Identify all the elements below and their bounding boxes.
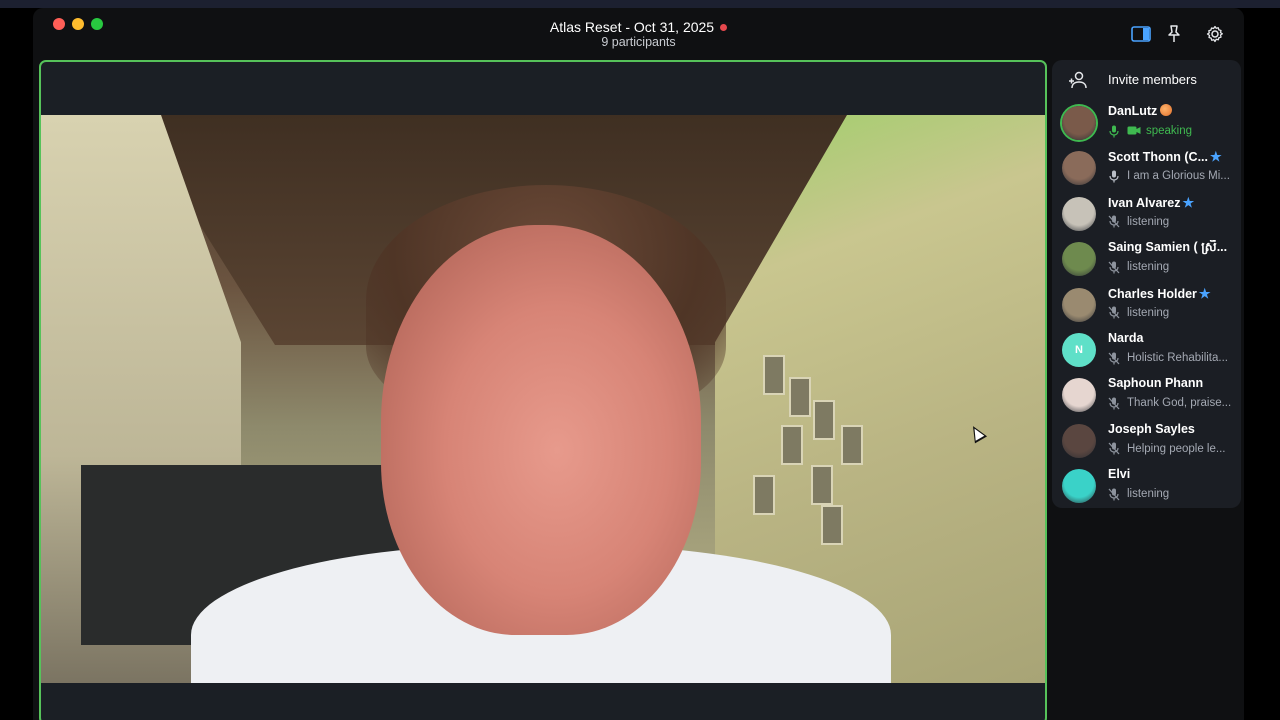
mic-muted-icon xyxy=(1108,306,1120,320)
participant-name: Charles Holder ★ xyxy=(1108,286,1234,302)
participant-name-text: Joseph Sayles xyxy=(1108,421,1195,436)
avatar xyxy=(1062,106,1096,140)
avatar: N xyxy=(1062,333,1096,367)
avatar xyxy=(1062,287,1096,322)
mic-muted-icon xyxy=(1108,260,1120,274)
participant-status-text: listening xyxy=(1127,215,1170,228)
participant-row[interactable]: DanLutz speaking xyxy=(1052,102,1241,147)
avatar xyxy=(1062,196,1096,231)
participant-row[interactable]: Joseph Sayles Helping people le... xyxy=(1052,420,1241,465)
participant-name-text: Elvi xyxy=(1108,467,1131,482)
participant-status-text: listening xyxy=(1127,306,1170,319)
main-video-tile[interactable] xyxy=(39,60,1047,720)
participant-status: listening xyxy=(1108,486,1234,502)
add-user-icon xyxy=(1068,70,1088,90)
avatar xyxy=(1062,378,1096,413)
participant-count: 9 participants xyxy=(601,35,676,49)
system-menu-bar xyxy=(0,0,1280,8)
avatar-initial: N xyxy=(1075,344,1083,356)
participant-status-text: Holistic Rehabilita... xyxy=(1127,352,1228,364)
call-window: Atlas Reset - Oct 31, 2025 9 participant… xyxy=(33,8,1244,720)
participant-status: speaking xyxy=(1108,123,1234,139)
participant-name: Elvi xyxy=(1108,467,1234,481)
participant-status: Helping people le... xyxy=(1108,441,1234,457)
participant-row[interactable]: Saing Samien ( ស្រី... listening xyxy=(1052,238,1241,283)
participant-name-text: DanLutz xyxy=(1108,104,1158,118)
participant-status: listening xyxy=(1108,305,1234,321)
participant-name: DanLutz xyxy=(1108,104,1234,118)
mic-icon xyxy=(1108,169,1120,183)
premium-star-icon: ★ xyxy=(1209,149,1222,165)
participant-status-text: Thank God, praise... xyxy=(1127,397,1232,410)
mic-muted-icon xyxy=(1108,215,1120,229)
participant-name-text: Saing Samien ( ស្រី... xyxy=(1108,240,1228,255)
participant-row[interactable]: Elvi listening xyxy=(1052,465,1241,510)
participant-name-text: Saphoun Phann xyxy=(1108,376,1204,391)
participant-status-text: listening xyxy=(1127,261,1170,274)
participant-status-text: speaking xyxy=(1146,125,1193,137)
participant-name: Joseph Sayles xyxy=(1108,422,1234,436)
participant-name: Saing Samien ( ស្រី... xyxy=(1108,240,1234,258)
participant-name-text: Narda xyxy=(1108,331,1144,345)
mic-muted-icon xyxy=(1108,351,1120,365)
participant-status: Holistic Rehabilita... xyxy=(1108,350,1234,366)
mic-muted-icon xyxy=(1108,487,1120,501)
participants-panel: Invite members DanLutz speaking Scott Thon… xyxy=(1052,60,1241,508)
call-title: Atlas Reset - Oct 31, 2025 xyxy=(33,19,1244,35)
participant-status: Thank God, praise... xyxy=(1108,395,1234,411)
invite-members-label: Invite members xyxy=(1108,72,1197,87)
participant-name: Saphoun Phann xyxy=(1108,376,1234,390)
premium-star-icon: ★ xyxy=(1182,194,1195,210)
speaker-video-feed xyxy=(41,115,1045,683)
avatar xyxy=(1062,469,1096,504)
peach-emoji-icon xyxy=(1160,104,1173,116)
recording-dot-icon xyxy=(720,23,728,31)
participant-status-text: Helping people le... xyxy=(1127,442,1226,455)
participant-row[interactable]: Saphoun Phann Thank God, praise... xyxy=(1052,374,1241,419)
avatar xyxy=(1062,423,1096,458)
title-bar: Atlas Reset - Oct 31, 2025 9 participant… xyxy=(33,8,1244,60)
participant-row[interactable]: N Narda Holistic Rehabilita... xyxy=(1052,329,1241,374)
avatar xyxy=(1062,151,1096,186)
participant-row[interactable]: Ivan Alvarez ★ listening xyxy=(1052,193,1241,238)
participant-name-text: Scott Thonn (C... xyxy=(1108,150,1208,165)
camera-icon xyxy=(1127,125,1141,137)
premium-star-icon: ★ xyxy=(1198,285,1211,301)
call-title-text: Atlas Reset - Oct 31, 2025 xyxy=(549,19,715,35)
participant-name-text: Charles Holder xyxy=(1108,286,1197,301)
avatar xyxy=(1062,242,1096,277)
participant-name: Scott Thonn (C... ★ xyxy=(1108,149,1234,165)
participant-name-text: Ivan Alvarez xyxy=(1108,195,1181,210)
mic-muted-icon xyxy=(1108,442,1120,456)
participant-status: listening xyxy=(1108,214,1234,230)
participant-status-text: I am a Glorious Mi... xyxy=(1127,170,1230,183)
invite-members-button[interactable]: Invite members xyxy=(1052,60,1241,100)
gear-icon[interactable] xyxy=(1204,23,1226,45)
pin-icon[interactable] xyxy=(1163,23,1185,45)
participant-status-text: listening xyxy=(1127,488,1170,501)
sidebar-toggle-icon[interactable] xyxy=(1130,23,1152,45)
participant-status: listening xyxy=(1108,259,1234,275)
participant-row[interactable]: Charles Holder ★ listening xyxy=(1052,284,1241,329)
participant-name: Narda xyxy=(1108,331,1234,345)
participant-status: I am a Glorious Mi... xyxy=(1108,168,1234,184)
mic-icon xyxy=(1108,124,1120,138)
mic-muted-icon xyxy=(1108,396,1120,410)
participant-row[interactable]: Scott Thonn (C... ★ I am a Glorious Mi... xyxy=(1052,147,1241,192)
participant-name: Ivan Alvarez ★ xyxy=(1108,195,1234,211)
